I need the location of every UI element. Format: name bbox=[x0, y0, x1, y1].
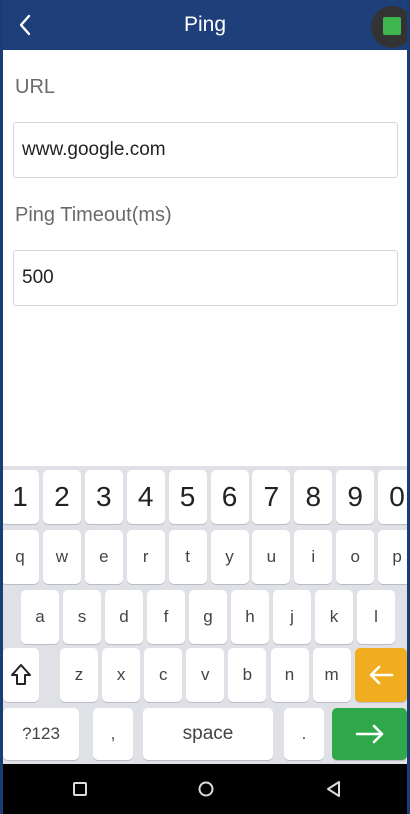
key-v[interactable]: v bbox=[186, 648, 225, 702]
system-nav-bar bbox=[3, 764, 407, 814]
screen: Ping URL Ping Timeout(ms) 1234567890 qwe… bbox=[3, 0, 407, 814]
circle-icon bbox=[198, 781, 214, 797]
arrow-right-icon bbox=[355, 724, 383, 744]
square-icon bbox=[73, 782, 87, 796]
period-key[interactable]: . bbox=[284, 708, 324, 760]
url-label: URL bbox=[15, 76, 56, 98]
key-8[interactable]: 8 bbox=[294, 470, 333, 524]
app-bar: Ping bbox=[3, 0, 407, 50]
ping-timeout-label: Ping Timeout(ms) bbox=[15, 204, 172, 226]
key-i[interactable]: i bbox=[294, 530, 333, 584]
key-h[interactable]: h bbox=[231, 590, 269, 644]
arrow-left-icon bbox=[369, 665, 394, 685]
key-p[interactable]: p bbox=[378, 530, 407, 584]
shift-key[interactable] bbox=[3, 648, 39, 702]
key-n[interactable]: n bbox=[270, 648, 309, 702]
key-q[interactable]: q bbox=[3, 530, 39, 584]
key-1[interactable]: 1 bbox=[3, 470, 39, 524]
nav-recent-button[interactable] bbox=[67, 776, 93, 802]
nav-back-button[interactable] bbox=[321, 776, 347, 802]
key-l[interactable]: l bbox=[357, 590, 395, 644]
backspace-key[interactable] bbox=[355, 648, 407, 702]
shift-arrow-icon bbox=[11, 664, 31, 685]
key-4[interactable]: 4 bbox=[126, 470, 165, 524]
url-input[interactable] bbox=[13, 122, 398, 178]
comma-key[interactable]: , bbox=[93, 708, 133, 760]
key-f[interactable]: f bbox=[147, 590, 185, 644]
key-j[interactable]: j bbox=[273, 590, 311, 644]
key-x[interactable]: x bbox=[102, 648, 141, 702]
key-o[interactable]: o bbox=[336, 530, 375, 584]
key-w[interactable]: w bbox=[42, 530, 81, 584]
key-s[interactable]: s bbox=[63, 590, 101, 644]
key-e[interactable]: e bbox=[84, 530, 123, 584]
key-y[interactable]: y bbox=[210, 530, 249, 584]
key-k[interactable]: k bbox=[315, 590, 353, 644]
key-b[interactable]: b bbox=[228, 648, 267, 702]
ping-timeout-input[interactable] bbox=[13, 250, 398, 306]
key-a[interactable]: a bbox=[21, 590, 59, 644]
enter-key[interactable] bbox=[332, 708, 407, 760]
triangle-icon bbox=[327, 781, 340, 797]
key-m[interactable]: m bbox=[312, 648, 351, 702]
key-r[interactable]: r bbox=[126, 530, 165, 584]
key-7[interactable]: 7 bbox=[252, 470, 291, 524]
status-square-icon bbox=[383, 17, 401, 35]
floating-status-button[interactable] bbox=[371, 6, 407, 48]
key-6[interactable]: 6 bbox=[210, 470, 249, 524]
key-c[interactable]: c bbox=[144, 648, 183, 702]
key-u[interactable]: u bbox=[252, 530, 291, 584]
key-g[interactable]: g bbox=[189, 590, 227, 644]
soft-keyboard: 1234567890 qwertyuiop asdfghjkl zxcvbnm … bbox=[3, 466, 407, 764]
key-z[interactable]: z bbox=[60, 648, 98, 702]
key-9[interactable]: 9 bbox=[336, 470, 375, 524]
nav-home-button[interactable] bbox=[193, 776, 219, 802]
page-title: Ping bbox=[183, 13, 227, 36]
key-5[interactable]: 5 bbox=[168, 470, 207, 524]
key-2[interactable]: 2 bbox=[42, 470, 81, 524]
key-0[interactable]: 0 bbox=[378, 470, 407, 524]
key-3[interactable]: 3 bbox=[84, 470, 123, 524]
space-key[interactable]: space bbox=[143, 708, 273, 760]
symbols-key[interactable]: ?123 bbox=[3, 708, 79, 760]
key-t[interactable]: t bbox=[168, 530, 207, 584]
key-d[interactable]: d bbox=[105, 590, 143, 644]
